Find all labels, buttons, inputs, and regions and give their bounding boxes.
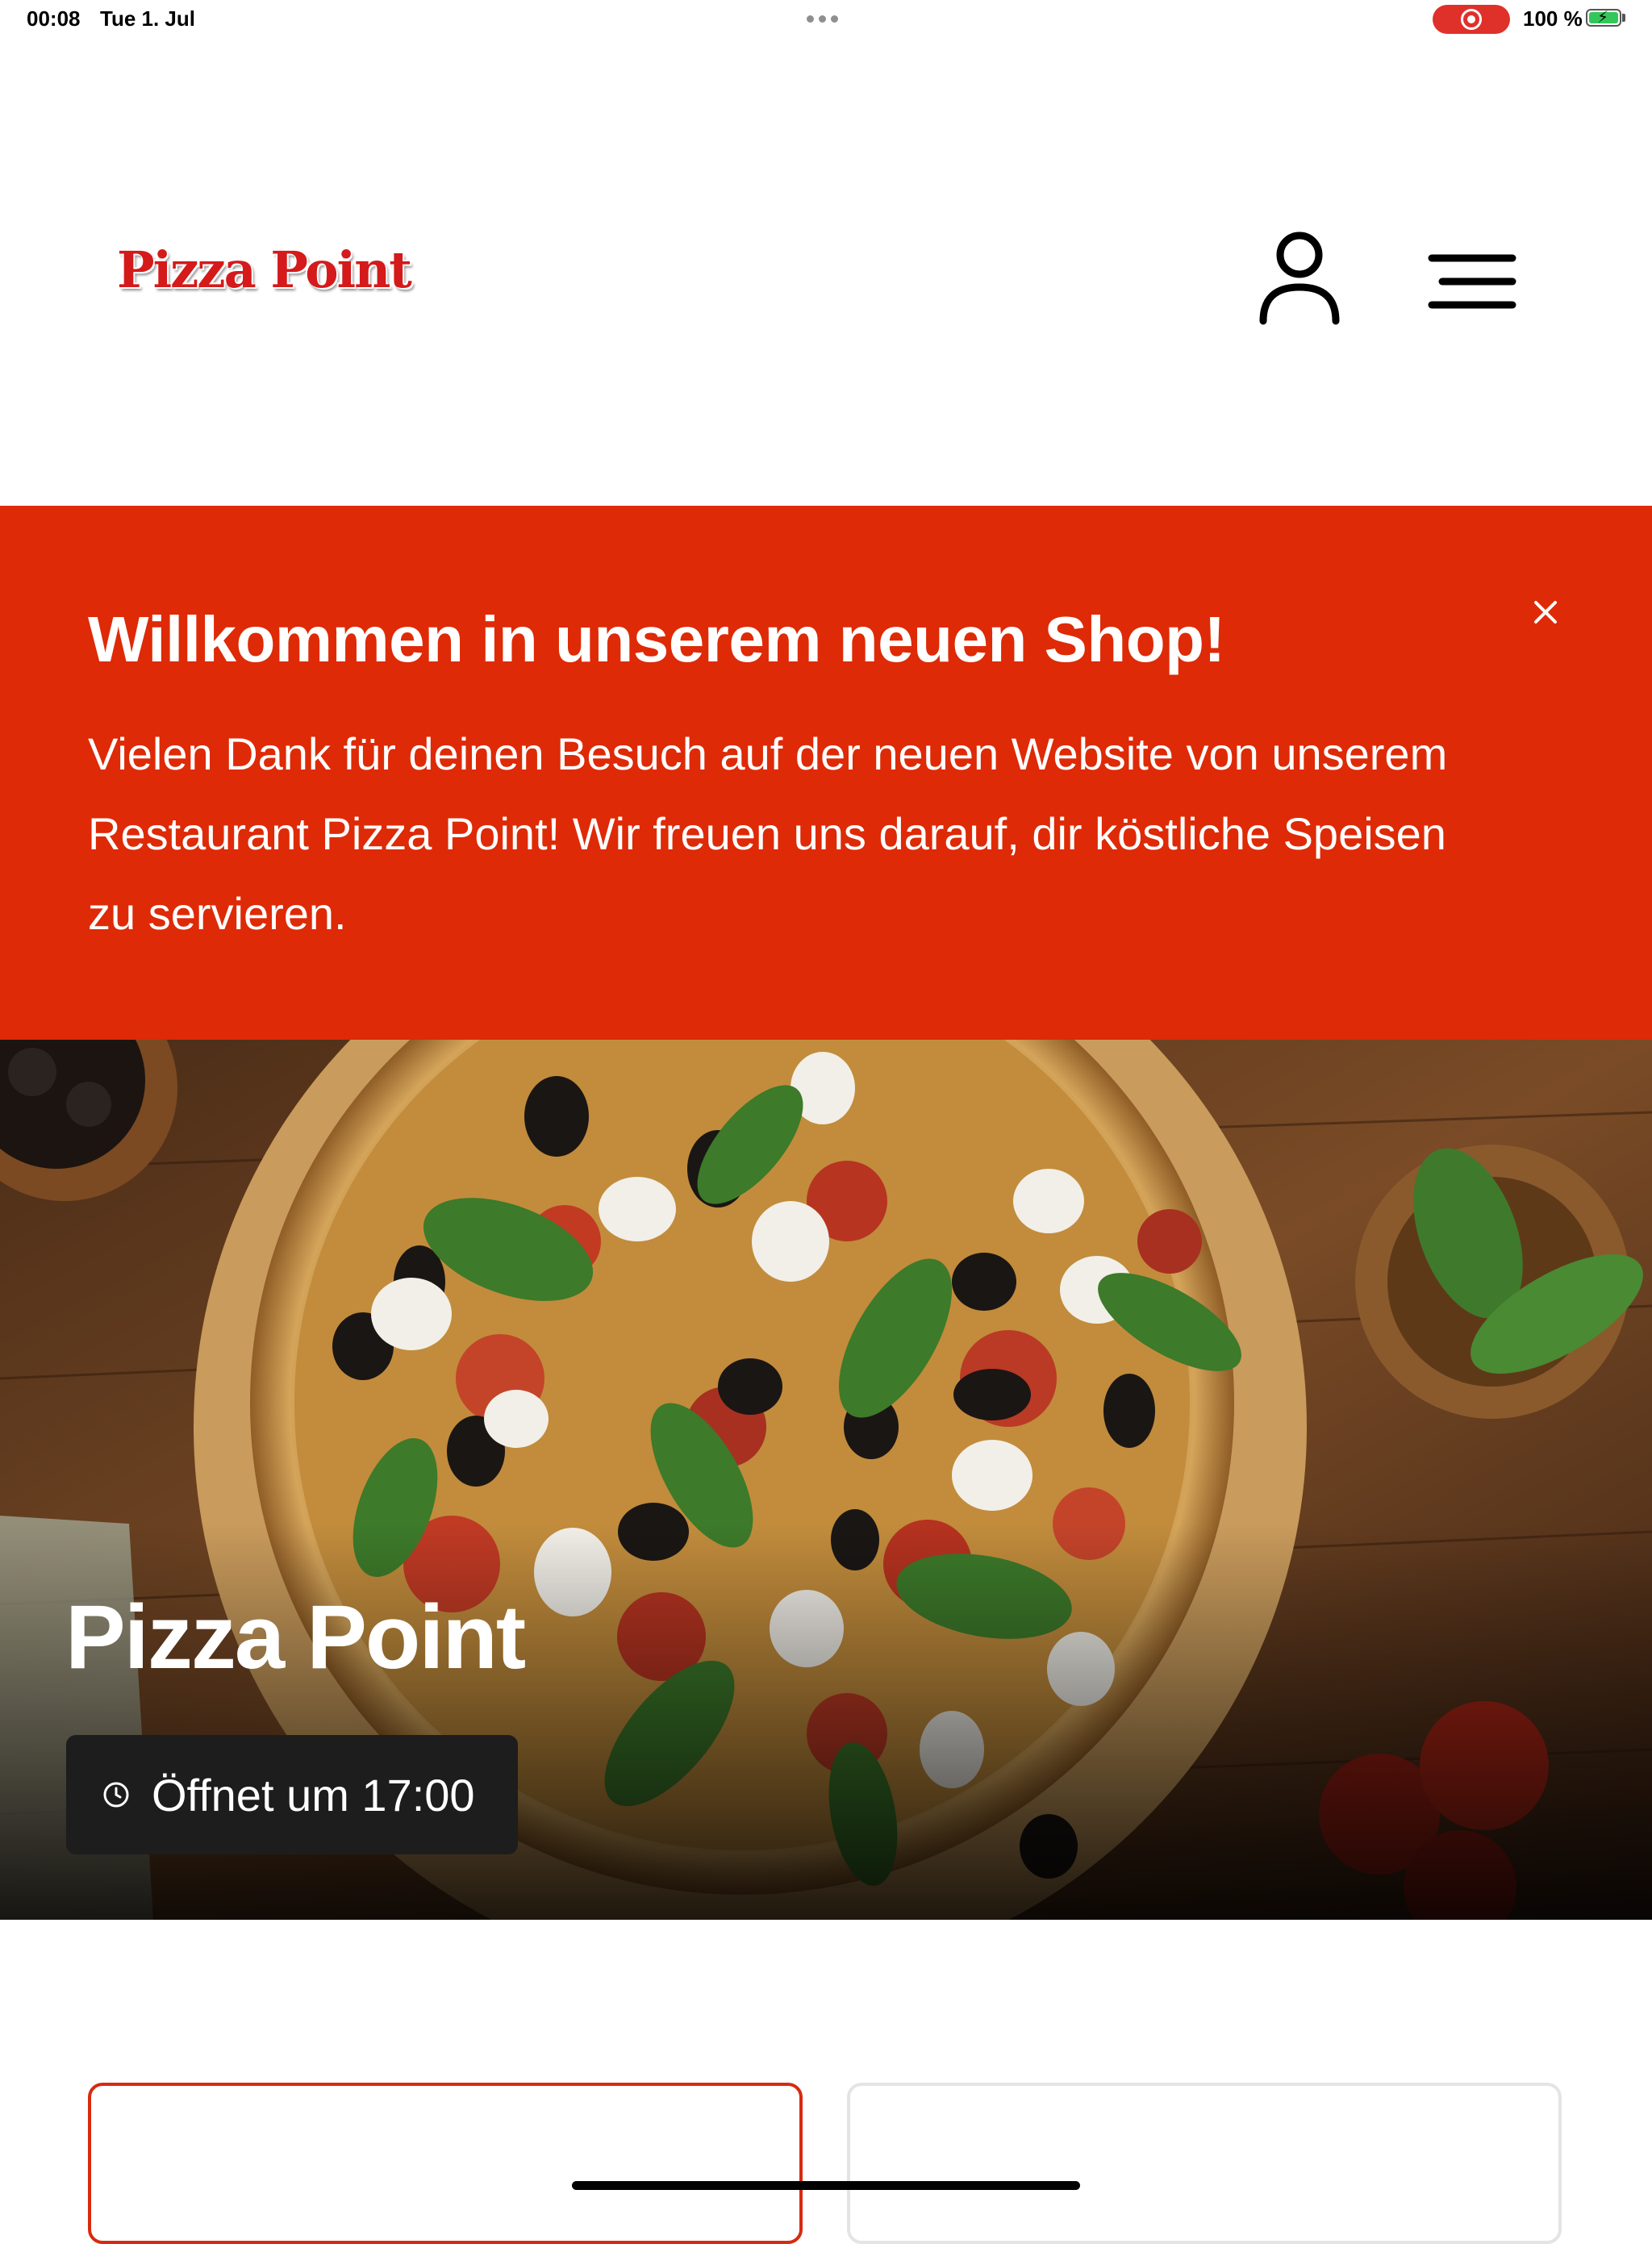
welcome-banner: Willkommen in unserem neuen Shop! Vielen…	[0, 506, 1652, 1040]
clock-icon	[103, 1782, 129, 1808]
status-time: 00:08	[27, 6, 81, 31]
opening-status-text: Öffnet um 17:00	[152, 1769, 475, 1821]
battery-percentage: 100 %	[1523, 6, 1583, 31]
site-header: Pizza Point	[0, 39, 1652, 507]
order-option-card-selected[interactable]	[88, 2083, 803, 2244]
order-option-card[interactable]	[847, 2083, 1562, 2244]
banner-close-button[interactable]	[1529, 596, 1562, 628]
multitasking-dots-icon[interactable]	[807, 15, 838, 23]
restaurant-name: Pizza Point	[65, 1587, 526, 1687]
hamburger-menu-icon	[1428, 254, 1516, 309]
hero-section: Pizza Point Öffnet um 17:00	[0, 1040, 1652, 1920]
close-icon	[1534, 601, 1557, 624]
banner-text: Vielen Dank für deinen Besuch auf der ne…	[88, 728, 1448, 939]
battery-cap	[1622, 14, 1625, 22]
user-icon	[1259, 231, 1340, 325]
pizza-point-logo[interactable]: Pizza Point	[117, 240, 412, 299]
account-button[interactable]	[1255, 224, 1344, 329]
status-date: Tue 1. Jul	[100, 6, 195, 31]
menu-button[interactable]	[1428, 250, 1516, 323]
banner-title: Willkommen in unserem neuen Shop!	[88, 603, 1225, 675]
home-indicator[interactable]	[572, 2181, 1080, 2190]
screen-recording-icon[interactable]	[1433, 5, 1510, 34]
status-bar: 00:08 Tue 1. Jul 100 % ⚡	[0, 0, 1652, 39]
battery-icon: ⚡	[1586, 9, 1621, 27]
opening-hours-badge[interactable]: Öffnet um 17:00	[66, 1735, 518, 1854]
